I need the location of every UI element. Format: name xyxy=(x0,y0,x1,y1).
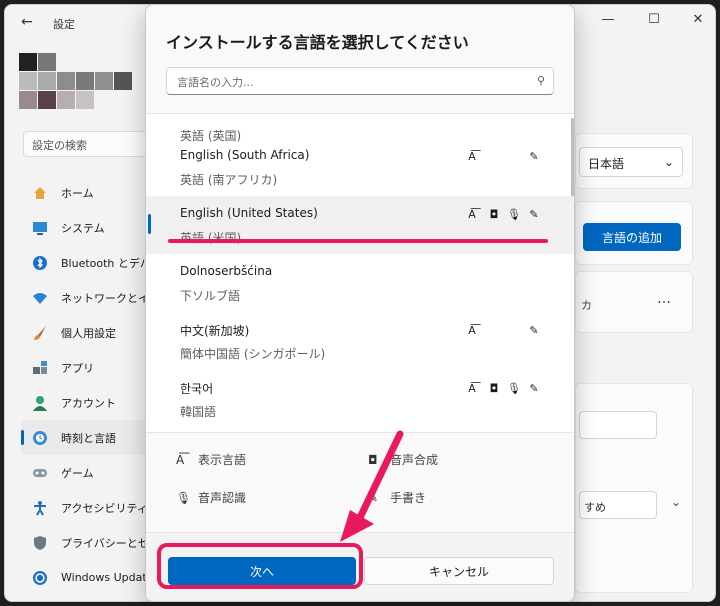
sidebar-item-gaming[interactable]: ゲーム xyxy=(21,455,151,490)
sidebar-item-label: アプリ xyxy=(61,361,94,375)
language-name: English (South Africa) xyxy=(180,148,310,162)
sidebar-item-label: ホーム xyxy=(61,186,94,200)
pointer-arrow-icon xyxy=(340,430,404,542)
language-name: English (United States) xyxy=(180,206,318,220)
language-sub-label: 簡体中国語 (シンガポール) xyxy=(180,347,326,361)
language-settings-panel: 日本語 ⌄ 言語の追加 カ … すめ ⌄ xyxy=(575,5,715,601)
display-language-icon: A͞ xyxy=(468,208,476,221)
language-list: 英語 (英国) English (South Africa) 英語 (南アフリカ… xyxy=(146,113,574,433)
chevron-down-icon[interactable]: ⌄ xyxy=(671,495,681,509)
search-icon: ⚲ xyxy=(536,74,545,87)
clock-globe-icon xyxy=(31,429,49,447)
brush-icon xyxy=(31,324,49,342)
microphone-icon: 🎙︎ xyxy=(507,208,521,221)
sidebar-item-label: アクセシビリティ xyxy=(61,501,148,515)
sidebar-item-accessibility[interactable]: アクセシビリティ xyxy=(21,490,151,525)
sidebar-nav: ホーム システム Bluetooth とデバイス ネットワークとインターネット … xyxy=(21,175,151,595)
sidebar-item-label: 時刻と言語 xyxy=(61,431,116,445)
sidebar-item-windows-update[interactable]: Windows Update xyxy=(21,560,151,595)
monitor-icon xyxy=(31,219,49,237)
display-language-dropdown[interactable]: 日本語 ⌄ xyxy=(579,147,683,177)
sidebar-item-label: Windows Update xyxy=(61,571,151,584)
list-item-chinese-singapore[interactable]: 中文(新加坡) 簡体中国語 (シンガポール) A͞ ✎ xyxy=(146,312,574,370)
handwriting-icon: ✎ xyxy=(529,150,539,163)
legend-speech-recognition: 🎙︎ 音声認識 xyxy=(176,489,246,506)
partial-label: カ xyxy=(581,299,592,312)
text-to-speech-icon: ◘ xyxy=(489,382,499,395)
display-language-value: 日本語 xyxy=(588,157,625,171)
display-language-icon: A͞ xyxy=(468,150,476,163)
display-language-icon: A͞ xyxy=(468,382,476,395)
highlight-underline xyxy=(168,239,548,243)
list-item-english-united-states[interactable]: English (United States) 英語 (米国) A͞ ◘ 🎙︎ … xyxy=(146,196,574,254)
language-name: Dolnoserbšćina xyxy=(180,264,273,278)
sidebar-item-label: 個人用設定 xyxy=(61,326,116,340)
sidebar-item-label: システム xyxy=(61,221,105,235)
chevron-down-icon: ⌄ xyxy=(663,155,674,169)
sidebar-item-network[interactable]: ネットワークとインターネット xyxy=(21,280,151,315)
sidebar-item-home[interactable]: ホーム xyxy=(21,175,151,210)
sidebar-item-accounts[interactable]: アカウント xyxy=(21,385,151,420)
microphone-icon: 🎙︎ xyxy=(176,490,192,505)
display-language-icon: A͞ xyxy=(468,324,476,337)
search-placeholder: 言語名の入力... xyxy=(177,76,254,89)
handwriting-icon: ✎ xyxy=(529,324,539,337)
app-title: 設定 xyxy=(53,18,75,31)
legend-label: 音声認識 xyxy=(198,491,247,505)
language-sub-label: 英語 (米国) xyxy=(180,231,242,245)
sidebar-item-label: Bluetooth とデバイス xyxy=(61,256,151,270)
legend-label: 表示言語 xyxy=(198,453,247,467)
language-name: 中文(新加坡) xyxy=(180,324,250,338)
sidebar-item-time-language[interactable]: 時刻と言語 xyxy=(21,420,151,455)
regional-format-dropdown[interactable]: すめ xyxy=(579,491,657,519)
user-avatar-blurred xyxy=(19,53,149,115)
language-sub-label: 下ソルブ語 xyxy=(180,289,241,303)
list-item-lower-sorbian[interactable]: Dolnoserbšćina 下ソルブ語 xyxy=(146,254,574,312)
language-sub-label: 韓国語 xyxy=(180,405,217,419)
list-item-english-south-africa[interactable]: English (South Africa) 英語 (南アフリカ) A͞ ✎ xyxy=(146,138,574,196)
legend-display-language: A͞ 表示言語 xyxy=(176,451,246,468)
home-icon xyxy=(31,184,49,202)
language-name: 한국어 xyxy=(180,382,214,396)
sidebar-item-label: ゲーム xyxy=(61,466,94,480)
accessibility-icon xyxy=(31,499,49,517)
microphone-icon: 🎙︎ xyxy=(507,382,521,395)
language-search-input[interactable]: 言語名の入力... ⚲ xyxy=(166,67,554,95)
back-arrow-icon[interactable]: ← xyxy=(21,14,33,30)
sidebar-item-bluetooth[interactable]: Bluetooth とデバイス xyxy=(21,245,151,280)
settings-search-input[interactable]: 設定の検索 xyxy=(23,131,151,157)
wifi-icon xyxy=(31,289,49,307)
cancel-button[interactable]: キャンセル xyxy=(364,557,554,585)
more-options-button[interactable]: … xyxy=(657,291,671,307)
sidebar-item-personalization[interactable]: 個人用設定 xyxy=(21,315,151,350)
update-icon xyxy=(31,569,49,587)
sidebar-item-privacy[interactable]: プライバシーとセキュリティ xyxy=(21,525,151,560)
sidebar-item-label: アカウント xyxy=(61,396,116,410)
sidebar-item-system[interactable]: システム xyxy=(21,210,151,245)
text-to-speech-icon: ◘ xyxy=(489,208,499,221)
add-language-button[interactable]: 言語の追加 xyxy=(583,223,681,251)
language-entry-card xyxy=(575,271,693,333)
handwriting-icon: ✎ xyxy=(529,208,539,221)
shield-icon xyxy=(31,534,49,552)
dialog-title: インストールする言語を選択してください xyxy=(166,33,469,52)
account-icon xyxy=(31,394,49,412)
display-language-icon: A͞ xyxy=(176,452,185,467)
gamepad-icon xyxy=(31,464,49,482)
language-sub-label: 英語 (南アフリカ) xyxy=(180,173,278,187)
sidebar-item-label: プライバシーとセキュリティ xyxy=(61,536,151,550)
handwriting-icon: ✎ xyxy=(529,382,539,395)
bluetooth-icon xyxy=(31,254,49,272)
sidebar-item-label: ネットワークとインターネット xyxy=(61,291,151,305)
region-dropdown[interactable] xyxy=(579,411,657,439)
list-item-korean[interactable]: 한국어 韓国語 A͞ ◘ 🎙︎ ✎ xyxy=(146,370,574,428)
sidebar-item-apps[interactable]: アプリ xyxy=(21,350,151,385)
apps-icon xyxy=(31,359,49,377)
regional-format-value: すめ xyxy=(584,501,606,514)
